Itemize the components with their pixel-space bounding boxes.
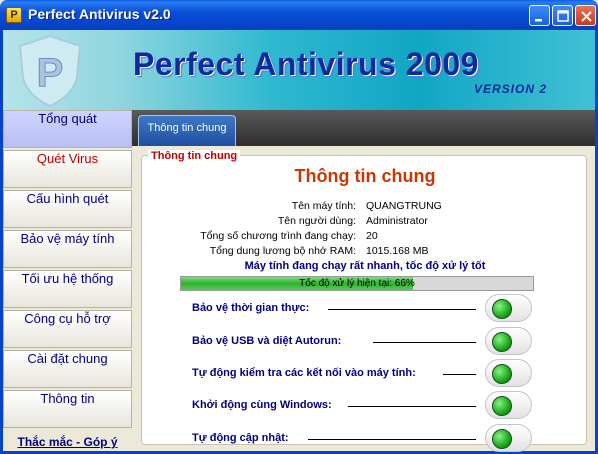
shield-logo-icon: P (18, 34, 82, 108)
auto-update-toggle[interactable] (485, 424, 532, 452)
sidebar: Tổng quát Quét Virus Cấu hình quét Bảo v… (3, 110, 132, 451)
sidebar-item-optimize[interactable]: Tối ưu hệ thống (3, 270, 132, 308)
header-banner: P Perfect Antivirus 2009 VERSION 2 (3, 30, 595, 110)
usb-protection-toggle[interactable] (485, 327, 532, 355)
logo-letter: P (37, 51, 64, 95)
option-leader-line (443, 374, 476, 375)
sidebar-item-protection[interactable]: Bảo vệ máy tính (3, 230, 132, 268)
info-label: Tổng dung lương bộ nhớ RAM: (209, 245, 356, 257)
sidebar-item-scan-virus[interactable]: Quét Virus (3, 150, 132, 188)
minimize-icon (535, 19, 542, 22)
toggle-on-indicator (492, 396, 512, 416)
toggle-on-indicator (492, 429, 512, 449)
main-content: Thông tin chung Thông tin chung Tên máy … (132, 146, 595, 452)
info-value: Administrator (366, 215, 428, 227)
page-title: Thông tin chung (294, 166, 436, 186)
option-label: Tự động kiểm tra các kết nối vào máy tín… (192, 367, 416, 379)
option-leader-line (308, 439, 476, 440)
info-label: Tổng số chương trình đang chạy: (200, 230, 356, 242)
tab-general-info[interactable]: Thông tin chung (138, 115, 236, 146)
banner-version: VERSION 2 (473, 82, 547, 96)
close-icon (581, 11, 592, 22)
feedback-link[interactable]: Thắc mắc - Góp ý (3, 435, 132, 449)
option-leader-line (348, 406, 476, 407)
sidebar-item-tools[interactable]: Công cụ hỗ trợ (3, 310, 132, 348)
general-info-group: Thông tin chung Thông tin chung Tên máy … (141, 150, 587, 452)
sidebar-item-about[interactable]: Thông tin (3, 390, 132, 428)
sidebar-item-settings[interactable]: Cài đặt chung (3, 350, 132, 388)
speed-status: Máy tính đang chạy rất nhanh, tốc độ xử … (244, 260, 486, 272)
option-label: Bảo vệ thời gian thực: (192, 302, 310, 314)
sidebar-item-overview[interactable]: Tổng quát (3, 110, 132, 148)
app-icon: P (6, 7, 22, 23)
option-label: Bảo vệ USB và diệt Autorun: (192, 335, 342, 347)
toggle-on-indicator (492, 299, 512, 319)
maximize-button[interactable] (552, 5, 573, 26)
option-leader-line (328, 309, 476, 310)
option-label: Khởi động cùng Windows: (192, 399, 332, 411)
cpu-speed-progress: Tốc độ xử lý hiện tại: 66% (180, 276, 534, 291)
info-label: Tên người dùng: (277, 215, 356, 227)
info-value: 1015.168 MB (366, 245, 429, 257)
close-button[interactable] (575, 5, 596, 26)
tab-strip: Thông tin chung (132, 110, 595, 146)
toggle-on-indicator (492, 332, 512, 352)
info-value: QUANGTRUNG (366, 200, 442, 212)
info-value: 20 (366, 230, 378, 242)
banner-title: Perfect Antivirus 2009 (133, 46, 479, 82)
group-legend: Thông tin chung (148, 150, 241, 162)
connection-check-toggle[interactable] (485, 359, 532, 387)
option-label: Tự động cập nhật: (192, 432, 289, 444)
option-leader-line (373, 342, 476, 343)
sidebar-item-scan-config[interactable]: Cấu hình quét (3, 190, 132, 228)
toggle-on-indicator (492, 364, 512, 384)
realtime-protection-toggle[interactable] (485, 294, 532, 322)
maximize-icon (557, 10, 569, 22)
window-title: Perfect Antivirus v2.0 (28, 6, 171, 22)
info-label: Tên máy tính: (291, 200, 356, 212)
minimize-button[interactable] (529, 5, 550, 26)
title-bar[interactable]: P Perfect Antivirus v2.0 (0, 0, 598, 30)
startup-toggle[interactable] (485, 391, 532, 419)
progress-text: Tốc độ xử lý hiện tại: 66% (299, 278, 415, 289)
